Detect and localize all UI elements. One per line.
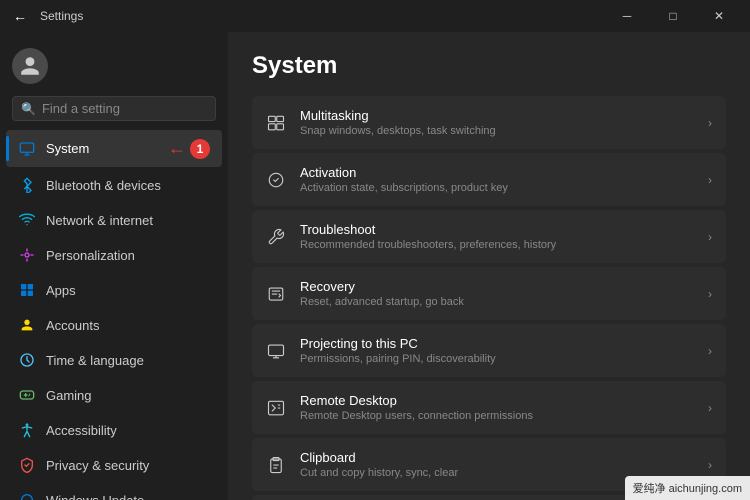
personalization-icon (18, 246, 36, 264)
app-title: Settings (40, 9, 83, 23)
watermark: 爱纯净 aichunjing.com (625, 476, 750, 500)
clipboard-title: Clipboard (300, 450, 694, 465)
sidebar-label-system: System (46, 141, 89, 156)
sidebar-item-privacy[interactable]: Privacy & security (6, 448, 222, 482)
remote-desktop-chevron: › (708, 401, 712, 415)
sidebar-item-accessibility[interactable]: Accessibility (6, 413, 222, 447)
sidebar-item-accounts[interactable]: Accounts (6, 308, 222, 342)
search-box[interactable]: 🔍 (12, 96, 216, 121)
sidebar-label-time: Time & language (46, 353, 144, 368)
system-icon (18, 140, 36, 158)
recovery-text: Recovery Reset, advanced startup, go bac… (300, 279, 694, 308)
remote-desktop-icon (266, 398, 286, 418)
accounts-icon (18, 316, 36, 334)
recovery-desc: Reset, advanced startup, go back (300, 296, 694, 308)
back-button[interactable]: ← (8, 4, 32, 28)
projecting-title: Projecting to this PC (300, 336, 694, 351)
setting-item-troubleshoot[interactable]: Troubleshoot Recommended troubleshooters… (252, 210, 726, 263)
sidebar-item-gaming[interactable]: Gaming (6, 378, 222, 412)
activation-chevron: › (708, 173, 712, 187)
multitasking-text: Multitasking Snap windows, desktops, tas… (300, 108, 694, 137)
annotation-badge: ← 1 (168, 138, 210, 159)
remote-desktop-text: Remote Desktop Remote Desktop users, con… (300, 393, 694, 422)
sidebar-label-personalization: Personalization (46, 248, 135, 263)
accessibility-icon (18, 421, 36, 439)
close-button[interactable]: ✕ (696, 0, 742, 32)
projecting-chevron: › (708, 344, 712, 358)
sidebar-label-accessibility: Accessibility (46, 423, 117, 438)
activation-icon (266, 170, 286, 190)
troubleshoot-text: Troubleshoot Recommended troubleshooters… (300, 222, 694, 251)
activation-text: Activation Activation state, subscriptio… (300, 165, 694, 194)
projecting-desc: Permissions, pairing PIN, discoverabilit… (300, 353, 694, 365)
settings-list: Multitasking Snap windows, desktops, tas… (252, 96, 726, 500)
window-controls: ─ □ ✕ (604, 0, 742, 32)
remote-desktop-title: Remote Desktop (300, 393, 694, 408)
clipboard-icon (266, 455, 286, 475)
setting-item-remote-desktop[interactable]: Remote Desktop Remote Desktop users, con… (252, 381, 726, 434)
sidebar-item-personalization[interactable]: Personalization (6, 238, 222, 272)
step-badge: 1 (190, 139, 210, 159)
sidebar-label-bluetooth: Bluetooth & devices (46, 178, 161, 193)
sidebar-label-privacy: Privacy & security (46, 458, 149, 473)
troubleshoot-desc: Recommended troubleshooters, preferences… (300, 239, 694, 251)
setting-item-projecting[interactable]: Projecting to this PC Permissions, pairi… (252, 324, 726, 377)
troubleshoot-icon (266, 227, 286, 247)
multitasking-desc: Snap windows, desktops, task switching (300, 125, 694, 137)
user-profile[interactable] (0, 40, 228, 96)
sidebar-item-network[interactable]: Network & internet (6, 203, 222, 237)
avatar (12, 48, 48, 84)
app-body: 🔍 System ← 1 (0, 32, 750, 500)
projecting-icon (266, 341, 286, 361)
sidebar-label-update: Windows Update (46, 493, 144, 500)
sidebar-label-gaming: Gaming (46, 388, 92, 403)
activation-title: Activation (300, 165, 694, 180)
sidebar-item-system[interactable]: System ← 1 (6, 130, 222, 167)
setting-item-recovery[interactable]: Recovery Reset, advanced startup, go bac… (252, 267, 726, 320)
update-icon (18, 491, 36, 500)
sidebar-label-apps: Apps (46, 283, 76, 298)
recovery-icon (266, 284, 286, 304)
setting-item-activation[interactable]: Activation Activation state, subscriptio… (252, 153, 726, 206)
multitasking-chevron: › (708, 116, 712, 130)
sidebar: 🔍 System ← 1 (0, 32, 228, 500)
clipboard-chevron: › (708, 458, 712, 472)
activation-desc: Activation state, subscriptions, product… (300, 182, 694, 194)
minimize-button[interactable]: ─ (604, 0, 650, 32)
multitasking-icon (266, 113, 286, 133)
sidebar-item-update[interactable]: Windows Update (6, 483, 222, 500)
projecting-text: Projecting to this PC Permissions, pairi… (300, 336, 694, 365)
remote-desktop-desc: Remote Desktop users, connection permiss… (300, 410, 694, 422)
recovery-chevron: › (708, 287, 712, 301)
recovery-title: Recovery (300, 279, 694, 294)
sidebar-nav: System ← 1 Bluetooth & devices (0, 129, 228, 500)
bluetooth-icon (18, 176, 36, 194)
search-icon: 🔍 (21, 102, 36, 116)
maximize-button[interactable]: □ (650, 0, 696, 32)
sidebar-item-time[interactable]: Time & language (6, 343, 222, 377)
gaming-icon (18, 386, 36, 404)
search-input[interactable] (42, 101, 218, 116)
troubleshoot-title: Troubleshoot (300, 222, 694, 237)
time-icon (18, 351, 36, 369)
titlebar: ← Settings ─ □ ✕ (0, 0, 750, 32)
titlebar-left: ← Settings (8, 4, 83, 28)
clipboard-text: Clipboard Cut and copy history, sync, cl… (300, 450, 694, 479)
red-arrow-icon: ← (168, 138, 186, 159)
privacy-icon (18, 456, 36, 474)
network-icon (18, 211, 36, 229)
sidebar-item-bluetooth[interactable]: Bluetooth & devices (6, 168, 222, 202)
sidebar-label-network: Network & internet (46, 213, 153, 228)
sidebar-label-accounts: Accounts (46, 318, 99, 333)
page-title: System (252, 52, 726, 80)
troubleshoot-chevron: › (708, 230, 712, 244)
sidebar-item-apps[interactable]: Apps (6, 273, 222, 307)
setting-item-multitasking[interactable]: Multitasking Snap windows, desktops, tas… (252, 96, 726, 149)
multitasking-title: Multitasking (300, 108, 694, 123)
apps-icon (18, 281, 36, 299)
content-area: System Multitasking Snap windows, deskto… (228, 32, 750, 500)
